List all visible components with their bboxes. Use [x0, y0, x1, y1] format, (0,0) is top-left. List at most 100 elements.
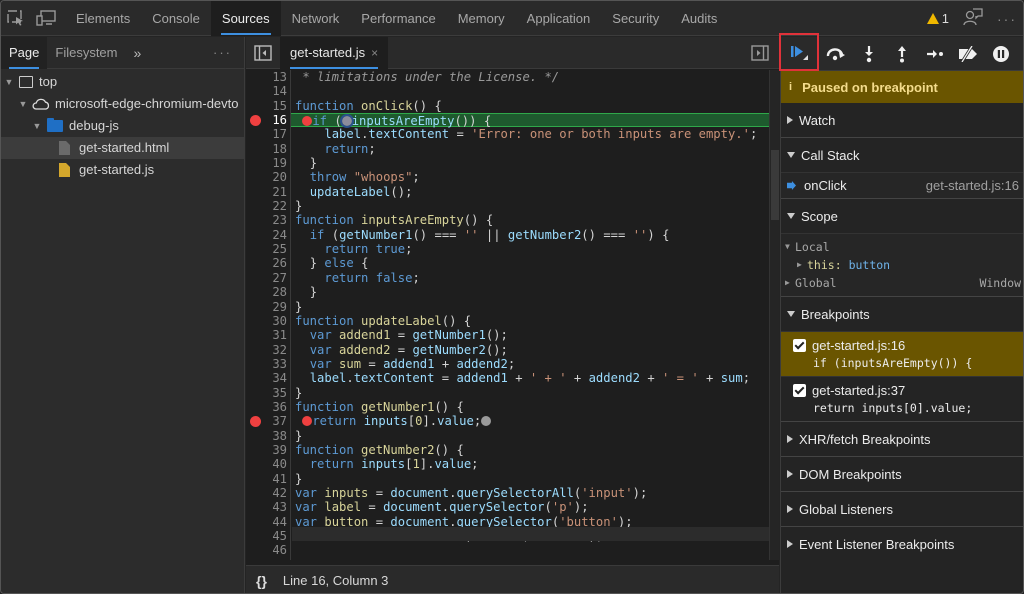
dom-breakpoints-header[interactable]: DOM Breakpoints	[781, 457, 1023, 491]
code-line[interactable]: 43 var label = document.querySelector('p'…	[246, 500, 769, 514]
code-line[interactable]: 27 return false;	[246, 271, 769, 285]
expand-arrow-icon[interactable]: ▼	[17, 93, 29, 115]
code-line[interactable]: 21 updateLabel();	[246, 185, 769, 199]
code-line[interactable]: 46	[246, 543, 769, 557]
tab-sources[interactable]: Sources	[210, 1, 281, 36]
breakpoint-marker-icon[interactable]	[250, 115, 261, 127]
close-tab-icon[interactable]: ×	[371, 37, 378, 69]
device-toolbar-button[interactable]	[31, 1, 61, 36]
step-over-button[interactable]	[819, 37, 852, 71]
pretty-print-button[interactable]: {}	[256, 573, 267, 589]
line-number[interactable]: 33	[246, 357, 291, 371]
call-frame[interactable]: onClick get-started.js:16	[781, 172, 1023, 198]
line-number[interactable]: 16	[246, 113, 291, 127]
line-number[interactable]: 19	[246, 156, 291, 170]
line-number[interactable]: 24	[246, 228, 291, 242]
code-line[interactable]: 39 function getNumber2() {	[246, 443, 769, 457]
more-options-button[interactable]: ···	[997, 11, 1017, 27]
inspect-element-button[interactable]	[1, 1, 31, 36]
pause-on-exceptions-button[interactable]	[984, 37, 1017, 71]
tab-network[interactable]: Network	[281, 1, 351, 36]
code-line[interactable]: 32 var addend2 = getNumber2();	[246, 343, 769, 357]
scope-global[interactable]: ▶ Global Window	[785, 274, 1023, 292]
horizontal-scrollbar[interactable]	[292, 527, 772, 541]
expand-arrow-icon[interactable]: ▼	[31, 115, 43, 137]
line-number[interactable]: 40	[246, 457, 291, 471]
line-number[interactable]: 35	[246, 386, 291, 400]
xhr-breakpoints-header[interactable]: XHR/fetch Breakpoints	[781, 422, 1023, 456]
line-number[interactable]: 43	[246, 500, 291, 514]
step-button[interactable]	[918, 37, 951, 71]
tree-item-origin[interactable]: ▼ microsoft-edge-chromium-devto	[1, 93, 244, 115]
frame-location[interactable]: get-started.js:16	[926, 178, 1023, 193]
watch-header[interactable]: Watch	[781, 103, 1023, 137]
inline-breakpoint-icon[interactable]	[481, 416, 492, 427]
line-number[interactable]: 36	[246, 400, 291, 414]
breakpoint-checkbox[interactable]	[793, 338, 806, 352]
line-number[interactable]: 14	[246, 84, 291, 98]
tab-memory[interactable]: Memory	[447, 1, 516, 36]
more-tabs-button[interactable]: »	[126, 45, 150, 61]
tab-filesystem[interactable]: Filesystem	[47, 37, 125, 69]
tab-page[interactable]: Page	[1, 36, 48, 69]
line-number[interactable]: 29	[246, 300, 291, 314]
code-line[interactable]: 30 function updateLabel() {	[246, 314, 769, 328]
line-number[interactable]: 17	[246, 127, 291, 141]
scrollbar-thumb[interactable]	[771, 150, 779, 220]
code-line[interactable]: 42 var inputs = document.querySelectorAll…	[246, 486, 769, 500]
scope-local[interactable]: ▼ Local	[785, 238, 1023, 256]
line-number[interactable]: 27	[246, 271, 291, 285]
code-line[interactable]: 33 var sum = addend1 + addend2;	[246, 357, 769, 371]
breakpoint-marker-icon[interactable]	[250, 416, 261, 428]
code-line[interactable]: 23 function inputsAreEmpty() {	[246, 213, 769, 227]
line-number[interactable]: 31	[246, 328, 291, 342]
line-number[interactable]: 45	[246, 529, 291, 543]
feedback-button[interactable]	[963, 8, 983, 29]
code-line[interactable]: 35}	[246, 386, 769, 400]
code-line[interactable]: 31 var addend1 = getNumber1();	[246, 328, 769, 342]
editor-tab[interactable]: get-started.js ×	[280, 36, 389, 69]
code-line[interactable]: 37 return inputs[0].value;	[246, 414, 769, 428]
code-line[interactable]: 28 }	[246, 285, 769, 299]
code-line[interactable]: 18 return;	[246, 142, 769, 156]
code-line[interactable]: 13 * limitations under the License. */	[246, 70, 769, 84]
line-number[interactable]: 13	[246, 70, 291, 84]
code-line[interactable]: 17 label.textContent = 'Error: one or bo…	[246, 127, 769, 141]
code-line[interactable]: 38}	[246, 429, 769, 443]
line-number[interactable]: 22	[246, 199, 291, 213]
tree-item-top[interactable]: ▼ top	[1, 71, 244, 93]
tab-console[interactable]: Console	[141, 1, 211, 36]
event-listener-breakpoints-header[interactable]: Event Listener Breakpoints	[781, 527, 1023, 561]
line-number[interactable]: 25	[246, 242, 291, 256]
line-number[interactable]: 39	[246, 443, 291, 457]
line-number[interactable]: 15	[246, 99, 291, 113]
line-number[interactable]: 32	[246, 343, 291, 357]
line-number[interactable]: 44	[246, 515, 291, 529]
code-line[interactable]: 19 }	[246, 156, 769, 170]
line-number[interactable]: 21	[246, 185, 291, 199]
line-number[interactable]: 38	[246, 429, 291, 443]
line-number[interactable]: 34	[246, 371, 291, 385]
scope-this[interactable]: ▶ this: button	[785, 256, 1023, 274]
line-number[interactable]: 37	[246, 414, 291, 428]
breakpoints-header[interactable]: Breakpoints	[781, 297, 1023, 331]
scope-header[interactable]: Scope	[781, 199, 1023, 233]
code-line[interactable]: 40 return inputs[1].value;	[246, 457, 769, 471]
warnings-counter[interactable]: 1	[926, 11, 949, 26]
code-line[interactable]: 16 if (inputsAreEmpty()) {	[246, 113, 769, 129]
code-line[interactable]: 15 function onClick() {	[246, 99, 769, 113]
code-line[interactable]: 34 label.textContent = addend1 + ' + ' +…	[246, 371, 769, 385]
code-line[interactable]: 14	[246, 84, 769, 98]
line-number[interactable]: 46	[246, 543, 291, 557]
resume-button[interactable]	[779, 32, 819, 71]
tree-item-file-js[interactable]: get-started.js	[1, 159, 244, 181]
tab-audits[interactable]: Audits	[670, 1, 728, 36]
navigator-menu-button[interactable]: ···	[213, 37, 232, 69]
tab-application[interactable]: Application	[516, 1, 602, 36]
breakpoint-checkbox[interactable]	[793, 383, 806, 397]
vertical-scrollbar[interactable]	[769, 70, 779, 560]
step-into-button[interactable]	[852, 37, 885, 71]
line-number[interactable]: 41	[246, 472, 291, 486]
tab-performance[interactable]: Performance	[350, 1, 446, 36]
inline-breakpoint-icon[interactable]	[302, 116, 313, 127]
